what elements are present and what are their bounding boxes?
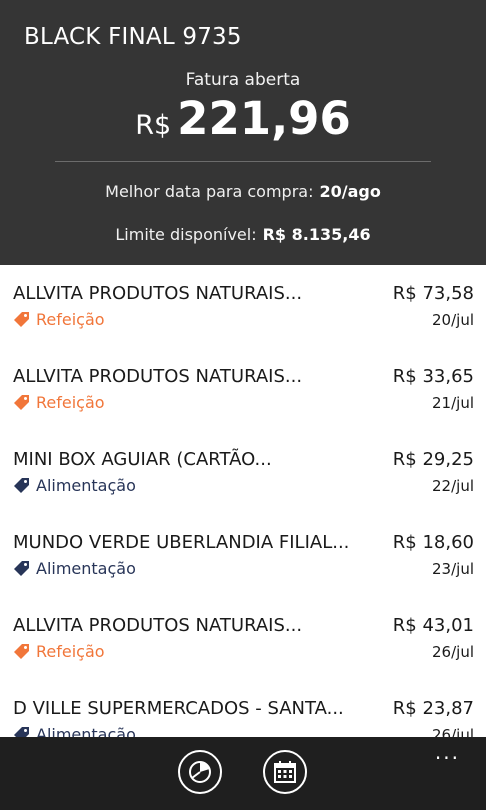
transaction-date: 21/jul xyxy=(432,394,474,412)
merchant-name: ALLVITA PRODUTOS NATURAIS... xyxy=(13,366,303,387)
best-date-label: Melhor data para compra: xyxy=(105,182,314,201)
app-bar: ... xyxy=(0,737,486,810)
category-label: Refeição xyxy=(13,310,105,329)
category-name: Refeição xyxy=(36,393,105,412)
available-limit-row: Limite disponível: R$ 8.135,46 xyxy=(0,225,486,244)
transaction-item[interactable]: MUNDO VERDE UBERLANDIA FILIAL... R$ 18,6… xyxy=(0,514,486,597)
transaction-amount: R$ 73,58 xyxy=(392,283,474,304)
best-date-row: Melhor data para compra: 20/ago xyxy=(0,182,486,201)
invoice-header: BLACK FINAL 9735 Fatura aberta R$ 221,96 … xyxy=(0,0,486,265)
tag-icon xyxy=(14,644,29,659)
merchant-name: MUNDO VERDE UBERLANDIA FILIAL... xyxy=(13,532,350,553)
transaction-item[interactable]: MINI BOX AGUIAR (CARTÃO... R$ 29,25 Alim… xyxy=(0,431,486,514)
transaction-date: 26/jul xyxy=(432,643,474,661)
transaction-date: 23/jul xyxy=(432,560,474,578)
amount-value: 221,96 xyxy=(177,92,351,145)
category-name: Alimentação xyxy=(36,725,136,737)
pie-chart-icon xyxy=(189,761,211,783)
category-name: Refeição xyxy=(36,310,105,329)
transaction-item[interactable]: ALLVITA PRODUTOS NATURAIS... R$ 43,01 Re… xyxy=(0,597,486,680)
merchant-name: ALLVITA PRODUTOS NATURAIS... xyxy=(13,283,303,304)
transaction-amount: R$ 33,65 xyxy=(392,366,474,387)
calendar-button[interactable] xyxy=(263,750,307,794)
card-name: BLACK FINAL 9735 xyxy=(24,24,242,50)
header-divider xyxy=(55,161,431,162)
best-date-value: 20/ago xyxy=(319,182,381,201)
chart-button[interactable] xyxy=(178,750,222,794)
merchant-name: MINI BOX AGUIAR (CARTÃO... xyxy=(13,449,272,470)
transaction-item[interactable]: ALLVITA PRODUTOS NATURAIS... R$ 33,65 Re… xyxy=(0,348,486,431)
calendar-icon xyxy=(274,761,296,783)
transaction-item[interactable]: ALLVITA PRODUTOS NATURAIS... R$ 73,58 Re… xyxy=(0,265,486,348)
category-label: Alimentação xyxy=(13,559,136,578)
limit-label: Limite disponível: xyxy=(115,225,257,244)
transaction-item[interactable]: D VILLE SUPERMERCADOS - SANTA... R$ 23,8… xyxy=(0,680,486,737)
category-name: Refeição xyxy=(36,642,105,661)
tag-icon xyxy=(14,312,29,327)
transaction-date: 26/jul xyxy=(432,726,474,737)
invoice-amount: R$ 221,96 xyxy=(0,92,486,145)
transaction-date: 20/jul xyxy=(432,311,474,329)
amount-currency: R$ xyxy=(135,110,172,141)
merchant-name: ALLVITA PRODUTOS NATURAIS... xyxy=(13,615,303,636)
category-label: Alimentação xyxy=(13,476,136,495)
transaction-list[interactable]: ALLVITA PRODUTOS NATURAIS... R$ 73,58 Re… xyxy=(0,265,486,737)
more-menu-button[interactable]: ... xyxy=(435,742,460,762)
tag-icon xyxy=(14,478,29,493)
tag-icon xyxy=(14,395,29,410)
transaction-date: 22/jul xyxy=(432,477,474,495)
transaction-amount: R$ 23,87 xyxy=(392,698,474,719)
transaction-amount: R$ 43,01 xyxy=(392,615,474,636)
limit-value: R$ 8.135,46 xyxy=(262,225,371,244)
tag-icon xyxy=(14,727,29,737)
category-name: Alimentação xyxy=(36,476,136,495)
category-label: Refeição xyxy=(13,393,105,412)
category-name: Alimentação xyxy=(36,559,136,578)
tag-icon xyxy=(14,561,29,576)
transaction-amount: R$ 18,60 xyxy=(392,532,474,553)
category-label: Refeição xyxy=(13,642,105,661)
merchant-name: D VILLE SUPERMERCADOS - SANTA... xyxy=(13,698,344,719)
transaction-amount: R$ 29,25 xyxy=(392,449,474,470)
category-label: Alimentação xyxy=(13,725,136,737)
invoice-status-label: Fatura aberta xyxy=(185,70,301,90)
